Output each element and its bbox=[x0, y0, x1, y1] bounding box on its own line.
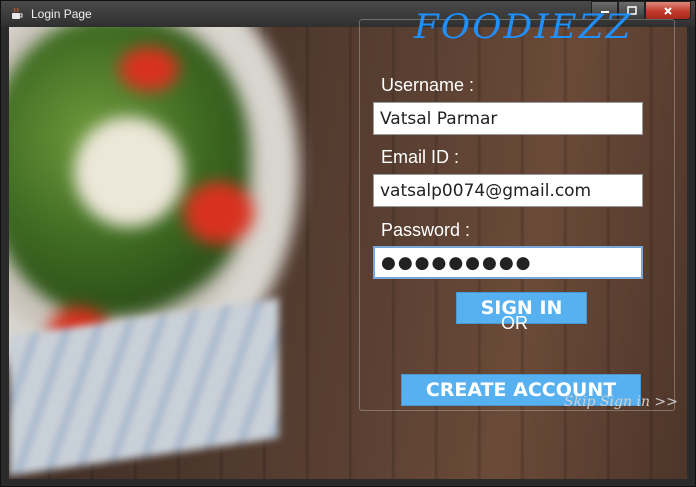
username-input[interactable]: Vatsal Parmar bbox=[373, 102, 643, 135]
window-title: Login Page bbox=[31, 7, 92, 21]
brand-title: FOODIEZZ bbox=[414, 7, 633, 47]
or-separator: OR bbox=[501, 313, 528, 333]
email-label: Email ID : bbox=[381, 147, 460, 167]
close-icon bbox=[664, 6, 672, 15]
login-window: Login Page FOODIEZZ Username : Vatsal Pa… bbox=[0, 0, 696, 487]
close-button[interactable] bbox=[645, 1, 691, 20]
password-input[interactable]: ●●●●●●●●● bbox=[373, 246, 643, 279]
username-label: Username : bbox=[381, 75, 475, 95]
java-cup-icon bbox=[9, 6, 25, 22]
skip-sign-in-link[interactable]: Skip Sign in >> bbox=[564, 394, 678, 410]
password-label: Password : bbox=[381, 220, 471, 240]
email-input[interactable]: vatsalp0074@gmail.com bbox=[373, 174, 643, 207]
